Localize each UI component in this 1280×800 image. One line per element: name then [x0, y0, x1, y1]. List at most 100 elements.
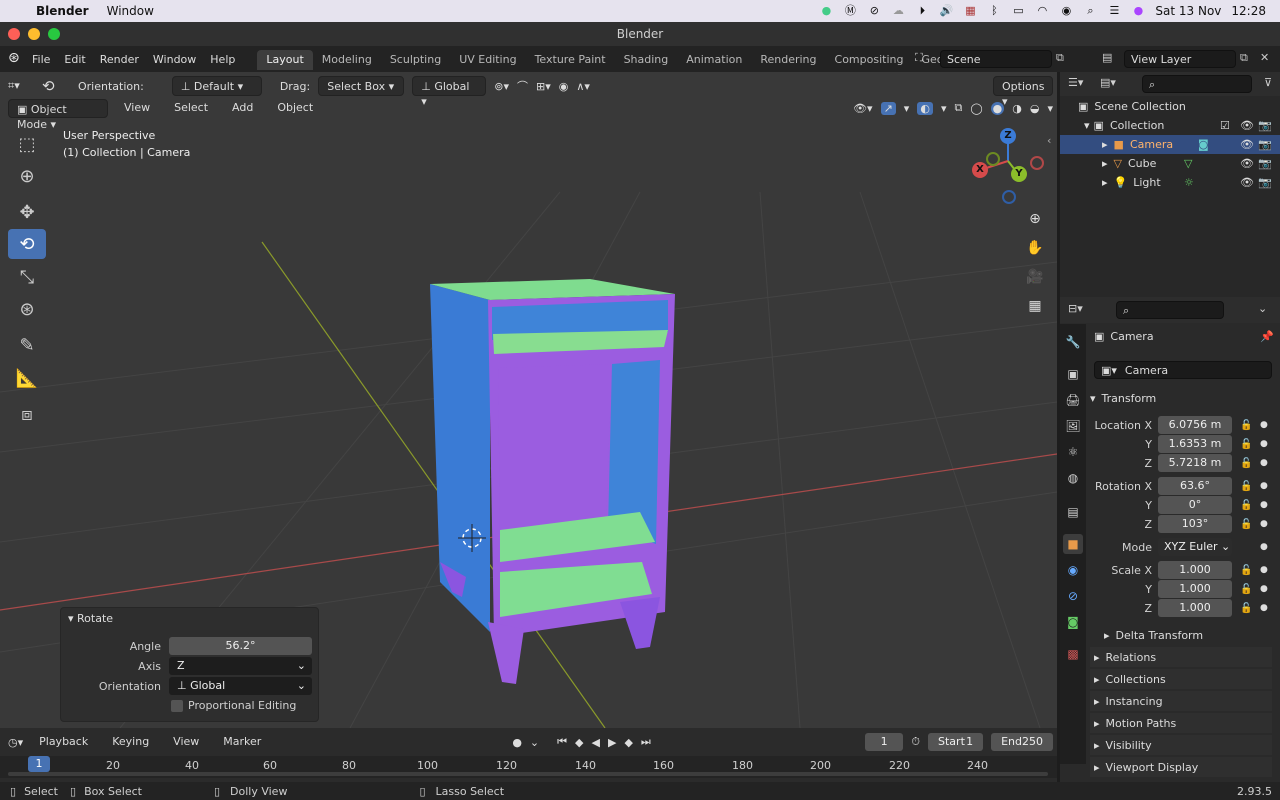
- visibility-section[interactable]: ▸ Visibility: [1090, 735, 1272, 755]
- menu-file[interactable]: File: [32, 53, 50, 66]
- end-frame-field[interactable]: End 250: [991, 733, 1053, 751]
- collection-row[interactable]: ▾ ▣ Collection ☑ 👁 📷: [1060, 116, 1280, 135]
- user-icon[interactable]: ◉: [1059, 5, 1073, 17]
- scale-tool[interactable]: ⤡: [8, 262, 46, 292]
- new-scene-icon[interactable]: ⧉: [1056, 51, 1064, 65]
- play-icon[interactable]: ⏵: [915, 5, 929, 17]
- control-center-icon[interactable]: ☰: [1107, 5, 1121, 17]
- annotate-tool[interactable]: ✎: [8, 330, 46, 360]
- lock-icon[interactable]: 🔓: [1240, 519, 1254, 530]
- prev-keyframe-icon[interactable]: ◆: [575, 736, 583, 749]
- sidebar-toggle-icon[interactable]: ‹: [1047, 134, 1051, 147]
- light-eye-icon[interactable]: 👁: [1240, 176, 1254, 189]
- wifi-icon[interactable]: ◠: [1035, 5, 1049, 17]
- relations-section[interactable]: ▸ Relations: [1090, 647, 1272, 667]
- rotation-mode-dropdown[interactable]: XYZ Euler ⌄: [1158, 538, 1232, 556]
- light-expand-icon[interactable]: ▸: [1102, 176, 1108, 189]
- siri-icon[interactable]: ●: [1131, 5, 1145, 17]
- outliner-item-camera[interactable]: ▸ ■ Camera ◙ 👁 📷: [1060, 135, 1280, 154]
- camera-expand-icon[interactable]: ▸: [1102, 138, 1108, 151]
- cube-expand-icon[interactable]: ▸: [1102, 157, 1108, 170]
- scene-tab-icon[interactable]: ⚛: [1063, 442, 1083, 462]
- current-frame-field[interactable]: 1: [864, 733, 904, 751]
- lock-icon[interactable]: 🔓: [1240, 565, 1254, 576]
- gizmo-neg-y-axis[interactable]: [986, 152, 1000, 166]
- add-cube-tool[interactable]: ⧈: [8, 399, 46, 429]
- delta-transform-section[interactable]: ▸ Delta Transform: [1104, 625, 1280, 645]
- lock-icon[interactable]: 🔓: [1240, 420, 1254, 431]
- constraints-tab-icon[interactable]: ⊘: [1063, 586, 1083, 606]
- motion-paths-section[interactable]: ▸ Motion Paths: [1090, 713, 1272, 733]
- keyframe-dot-icon[interactable]: ●: [1260, 565, 1268, 575]
- keyframe-dot-icon[interactable]: ●: [1260, 439, 1268, 449]
- cube-eye-icon[interactable]: 👁: [1240, 157, 1254, 170]
- collection-expand-icon[interactable]: ▾: [1084, 119, 1090, 132]
- physics-tab-icon[interactable]: ◉: [1063, 560, 1083, 580]
- rotation-z-field[interactable]: 103°: [1158, 515, 1232, 533]
- location-z-field[interactable]: 5.7218 m: [1158, 454, 1232, 472]
- keyframe-dot-icon[interactable]: ●: [1260, 420, 1268, 430]
- jump-start-icon[interactable]: ⏮: [557, 735, 567, 749]
- scale-z-field[interactable]: 1.000: [1158, 599, 1232, 617]
- sync-icon[interactable]: ⊘: [867, 5, 881, 17]
- timeline-editor-type-icon[interactable]: ◷▾: [8, 736, 23, 749]
- rotate-operator-panel[interactable]: ▾ Rotate Angle 56.2° Axis Z ⌄ Orientation…: [60, 607, 319, 722]
- view-layer-icon[interactable]: ▤: [1102, 51, 1112, 64]
- timeline-scrollbar[interactable]: [8, 772, 1048, 776]
- cloud-icon[interactable]: ☁: [891, 5, 905, 17]
- camera-view-icon[interactable]: 🎥: [1022, 264, 1048, 290]
- light-data-icon[interactable]: ☼: [1184, 176, 1194, 189]
- world-tab-icon[interactable]: ◍: [1063, 468, 1083, 488]
- collection-camera-icon[interactable]: 📷: [1258, 119, 1272, 132]
- tab-texture-paint[interactable]: Texture Paint: [526, 50, 615, 70]
- play-reverse-icon[interactable]: ◀: [592, 736, 600, 749]
- mesh-data-icon[interactable]: ▽: [1184, 157, 1192, 170]
- keyframe-dot-icon[interactable]: ●: [1260, 603, 1268, 613]
- lock-icon[interactable]: 🔓: [1240, 500, 1254, 511]
- menu-render[interactable]: Render: [100, 53, 139, 66]
- tab-compositing[interactable]: Compositing: [826, 50, 913, 70]
- location-y-field[interactable]: 1.6353 m: [1158, 435, 1232, 453]
- view-layer-tab-icon[interactable]: 🖼: [1063, 416, 1083, 436]
- scale-x-field[interactable]: 1.000: [1158, 561, 1232, 579]
- camera-eye-icon[interactable]: 👁: [1240, 138, 1254, 151]
- next-keyframe-icon[interactable]: ◆: [624, 736, 632, 749]
- perspective-toggle-icon[interactable]: ▦: [1022, 293, 1048, 319]
- keyframe-dot-icon[interactable]: ●: [1260, 584, 1268, 594]
- texture-tab-icon[interactable]: ▩: [1063, 644, 1083, 664]
- m-icon[interactable]: Ⓜ: [843, 5, 857, 17]
- tab-modeling[interactable]: Modeling: [313, 50, 381, 70]
- gizmo-neg-z-axis[interactable]: [1002, 190, 1016, 204]
- keyframe-dot-icon[interactable]: ●: [1260, 500, 1268, 510]
- rotate-panel-header[interactable]: ▾ Rotate: [68, 612, 113, 625]
- remove-view-layer-icon[interactable]: ✕: [1260, 51, 1269, 64]
- proportional-checkbox[interactable]: [171, 699, 183, 712]
- tab-animation[interactable]: Animation: [677, 50, 751, 70]
- outliner-search-input[interactable]: ⌕: [1142, 75, 1252, 93]
- orientation-field[interactable]: ⊥ Global ⌄: [169, 677, 312, 695]
- minimize-window-button[interactable]: [28, 28, 40, 40]
- output-tab-icon[interactable]: 🖨: [1063, 390, 1083, 410]
- frame-ruler[interactable]: 1 20 40 60 80 100 120 140 160 180 200 22…: [0, 756, 1057, 778]
- menu-help[interactable]: Help: [210, 53, 235, 66]
- keyframe-dot-icon[interactable]: ●: [1260, 519, 1268, 529]
- cursor-tool[interactable]: ⊕: [8, 161, 46, 191]
- lock-icon[interactable]: 🔓: [1240, 603, 1254, 614]
- tab-rendering[interactable]: Rendering: [751, 50, 825, 70]
- timeline-view-menu[interactable]: View: [165, 732, 207, 752]
- location-x-field[interactable]: 6.0756 m: [1158, 416, 1232, 434]
- scale-y-field[interactable]: 1.000: [1158, 580, 1232, 598]
- pan-hand-icon[interactable]: ✋: [1022, 235, 1048, 261]
- outliner-editor-type-icon[interactable]: ☰▾: [1068, 76, 1083, 89]
- gizmo-x-axis[interactable]: X: [972, 162, 988, 178]
- collection-checkbox[interactable]: ☑: [1220, 119, 1230, 132]
- play-icon[interactable]: ▶: [608, 736, 616, 749]
- light-render-icon[interactable]: 📷: [1258, 176, 1272, 189]
- tab-uv-editing[interactable]: UV Editing: [450, 50, 525, 70]
- select-box-tool[interactable]: ⬚: [8, 129, 46, 159]
- lock-icon[interactable]: 🔓: [1240, 458, 1254, 469]
- properties-options-icon[interactable]: ⌄: [1258, 302, 1267, 315]
- camera-render-icon[interactable]: 📷: [1258, 138, 1272, 151]
- keying-menu[interactable]: Keying ⌄: [104, 732, 157, 763]
- flag-icon[interactable]: ▦: [963, 5, 977, 17]
